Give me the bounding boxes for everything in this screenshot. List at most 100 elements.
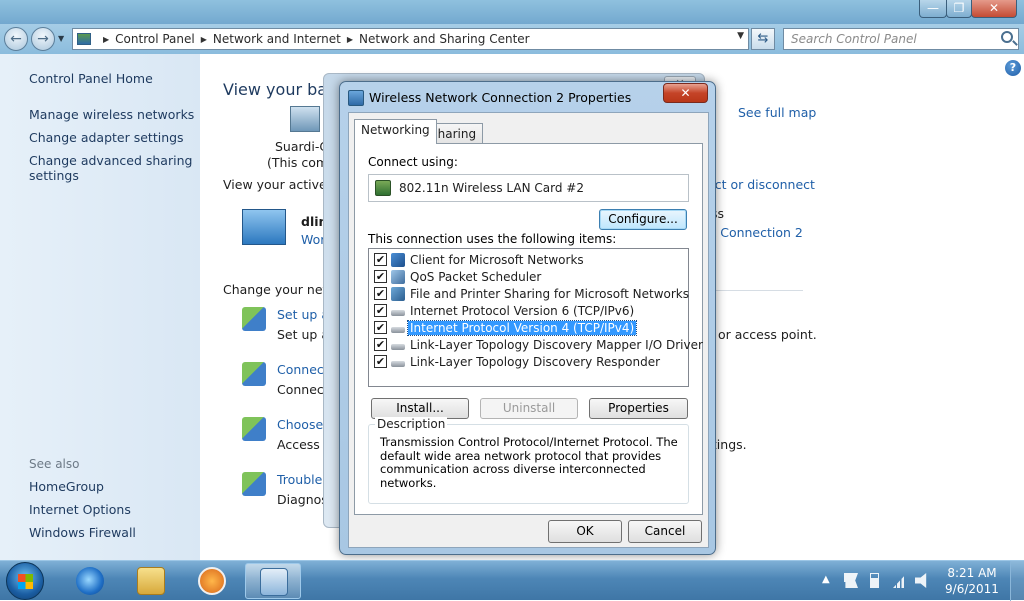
item-checkbox[interactable]: ✔ [374, 253, 387, 266]
ok-button[interactable]: OK [548, 520, 622, 543]
items-list-label: This connection uses the following items… [368, 232, 617, 246]
troubleshoot-link[interactable]: Troubles [277, 472, 329, 487]
chevron-right-icon: ▶ [103, 34, 110, 44]
tab-networking[interactable]: Networking [354, 119, 437, 144]
item-label: Internet Protocol Version 6 (TCP/IPv6) [410, 303, 635, 318]
item-checkbox[interactable]: ✔ [374, 287, 387, 300]
section-divider [707, 290, 803, 291]
address-dropdown-icon[interactable]: ▼ [737, 31, 744, 41]
item-checkbox[interactable]: ✔ [374, 270, 387, 283]
properties-button[interactable]: Properties [589, 398, 688, 419]
show-hidden-icons-button[interactable]: ▲ [822, 574, 830, 585]
breadcrumb-control-panel[interactable]: Control Panel [115, 32, 195, 46]
item-checkbox[interactable]: ✔ [374, 355, 387, 368]
left-navigation-pane: Control Panel Home Manage wireless netwo… [0, 54, 200, 560]
list-item-selected[interactable]: ✔ Internet Protocol Version 4 (TCP/IPv4) [374, 319, 638, 336]
setup-connection-link[interactable]: Set up a [277, 307, 329, 322]
recent-pages-dropdown[interactable]: ▼ [58, 34, 64, 43]
windows-logo-icon [18, 574, 33, 589]
item-label: Client for Microsoft Networks [410, 252, 584, 267]
connect-disconnect-link[interactable]: ect or disconnect [707, 177, 815, 192]
computer-name: Suardi-C [275, 139, 329, 154]
manage-wireless-networks-link[interactable]: Manage wireless networks [29, 107, 197, 122]
connect-network-link[interactable]: Connect [277, 362, 329, 377]
computer-icon [290, 106, 320, 132]
configure-button[interactable]: Configure... [599, 209, 687, 230]
item-label: File and Printer Sharing for Microsoft N… [410, 286, 689, 301]
list-item[interactable]: ✔ Internet Protocol Version 6 (TCP/IPv6) [374, 302, 636, 319]
control-panel-icon [77, 33, 91, 45]
item-checkbox[interactable]: ✔ [374, 321, 387, 334]
action-center-flag-icon[interactable] [844, 573, 858, 588]
maximize-button[interactable]: ❐ [946, 0, 972, 18]
breadcrumb-network-sharing-center[interactable]: Network and Sharing Center [359, 32, 530, 46]
refresh-button[interactable]: ⇆ [751, 28, 775, 50]
protocol-icon [391, 360, 405, 367]
control-panel-home-link[interactable]: Control Panel Home [29, 71, 197, 86]
windows-firewall-link[interactable]: Windows Firewall [29, 525, 197, 540]
list-item[interactable]: ✔ Client for Microsoft Networks [374, 251, 586, 268]
media-player-icon [198, 567, 226, 595]
taskbar-media-player[interactable] [184, 563, 240, 599]
forward-button[interactable]: → [31, 27, 55, 51]
show-desktop-button[interactable] [1010, 561, 1024, 601]
taskbar: ▲ 8:21 AM 9/6/2011 [0, 560, 1024, 601]
breadcrumb-network-and-internet[interactable]: Network and Internet [213, 32, 341, 46]
change-adapter-settings-link[interactable]: Change adapter settings [29, 130, 197, 145]
volume-icon[interactable] [915, 573, 927, 588]
dialog-body: Networking Sharing Connect using: 802.11… [348, 112, 709, 548]
list-item[interactable]: ✔ Link-Layer Topology Discovery Mapper I… [374, 336, 705, 353]
item-checkbox[interactable]: ✔ [374, 338, 387, 351]
address-bar[interactable]: ▶ Control Panel ▶ Network and Internet ▶… [72, 28, 749, 50]
network-building-icon [242, 209, 286, 245]
refresh-icon: ⇆ [757, 31, 769, 46]
item-label: QoS Packet Scheduler [410, 269, 542, 284]
chevron-right-icon: ▶ [200, 34, 207, 44]
arrow-right-icon: → [37, 31, 49, 47]
setup-connection-icon [242, 307, 266, 331]
connection-items-list[interactable]: ✔ Client for Microsoft Networks ✔ QoS Pa… [368, 248, 703, 387]
list-item[interactable]: ✔ File and Printer Sharing for Microsoft… [374, 285, 691, 302]
back-button[interactable]: ← [4, 27, 28, 51]
minimize-button[interactable]: — [919, 0, 947, 18]
cancel-button[interactable]: Cancel [628, 520, 702, 543]
wireless-signal-icon[interactable] [893, 573, 907, 588]
item-label: Link-Layer Topology Discovery Mapper I/O… [410, 337, 703, 352]
uninstall-button[interactable]: Uninstall [480, 398, 578, 419]
install-button[interactable]: Install... [371, 398, 469, 419]
network-type-link[interactable]: Wor [301, 232, 325, 247]
list-item[interactable]: ✔ QoS Packet Scheduler [374, 268, 543, 285]
connect-network-icon [242, 362, 266, 386]
dialog-title: Wireless Network Connection 2 Properties [369, 90, 632, 105]
network-adapter-icon [375, 180, 391, 196]
search-input[interactable]: Search Control Panel [783, 28, 1019, 50]
system-clock[interactable]: 8:21 AM 9/6/2011 [942, 565, 1002, 597]
dialog-close-button[interactable]: ✕ [663, 83, 708, 103]
share-icon [391, 286, 405, 301]
change-advanced-sharing-link[interactable]: Change advanced sharing settings [29, 153, 197, 183]
page-title: View your bas [223, 80, 336, 99]
battery-icon[interactable] [870, 573, 879, 588]
help-icon[interactable]: ? [1005, 60, 1021, 76]
protocol-icon [391, 326, 405, 333]
search-placeholder: Search Control Panel [791, 32, 917, 46]
homegroup-link[interactable]: HomeGroup [29, 479, 197, 494]
search-icon[interactable] [1001, 31, 1013, 43]
taskbar-control-panel[interactable] [245, 563, 301, 599]
item-checkbox[interactable]: ✔ [374, 304, 387, 317]
qos-icon [391, 269, 405, 284]
connect-using-label: Connect using: [368, 155, 458, 169]
start-button[interactable] [6, 562, 44, 600]
taskbar-windows-explorer[interactable] [123, 563, 179, 599]
close-window-button[interactable]: ✕ [971, 0, 1017, 18]
wireless-connection-link[interactable]: k Connection 2 [709, 225, 803, 240]
taskbar-internet-explorer[interactable] [62, 563, 118, 599]
protocol-icon [391, 309, 405, 316]
see-full-map-link[interactable]: See full map [738, 105, 816, 120]
see-also-heading: See also [29, 457, 80, 471]
homegroup-sharing-icon [242, 417, 266, 441]
list-item[interactable]: ✔ Link-Layer Topology Discovery Responde… [374, 353, 662, 370]
network-connection-icon [348, 90, 364, 106]
connection-properties-dialog: Wireless Network Connection 2 Properties… [339, 81, 716, 555]
internet-options-link[interactable]: Internet Options [29, 502, 197, 517]
